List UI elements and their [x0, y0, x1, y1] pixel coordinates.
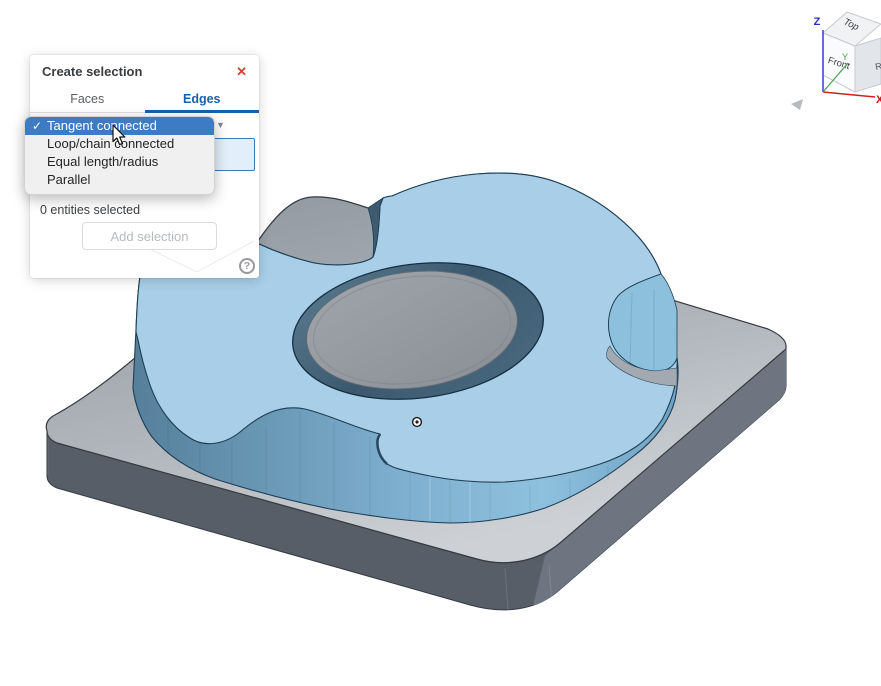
- add-selection-button[interactable]: Add selection: [82, 222, 217, 250]
- dropdown-option-label: Equal length/radius: [47, 154, 158, 169]
- dropdown-option-parallel[interactable]: Parallel: [25, 171, 214, 189]
- view-cube-right-label[interactable]: R: [874, 61, 881, 72]
- origin-vertex-dot[interactable]: [413, 418, 422, 427]
- view-cube[interactable]: Top Front R Z X Y: [788, 0, 881, 126]
- dropdown-option-label: Parallel: [47, 172, 90, 187]
- z-axis-label: Z: [814, 16, 821, 28]
- x-axis-label: X: [876, 94, 881, 106]
- app-canvas: Top Front R Z X Y Create selection ✕ Fac…: [0, 0, 881, 686]
- y-axis-label: Y: [842, 52, 848, 62]
- dropdown-option-label: Loop/chain connected: [47, 136, 174, 151]
- dropdown-option-equal-length-radius[interactable]: Equal length/radius: [25, 153, 214, 171]
- mouse-cursor: [112, 124, 132, 148]
- view-cube-rotate-arrow[interactable]: [791, 99, 803, 110]
- status-text: 0 entities selected: [40, 203, 140, 217]
- dropdown-option-label: Tangent connected: [47, 118, 157, 133]
- help-icon[interactable]: ?: [239, 258, 255, 274]
- check-icon: ✓: [32, 117, 42, 135]
- x-axis: [823, 92, 875, 97]
